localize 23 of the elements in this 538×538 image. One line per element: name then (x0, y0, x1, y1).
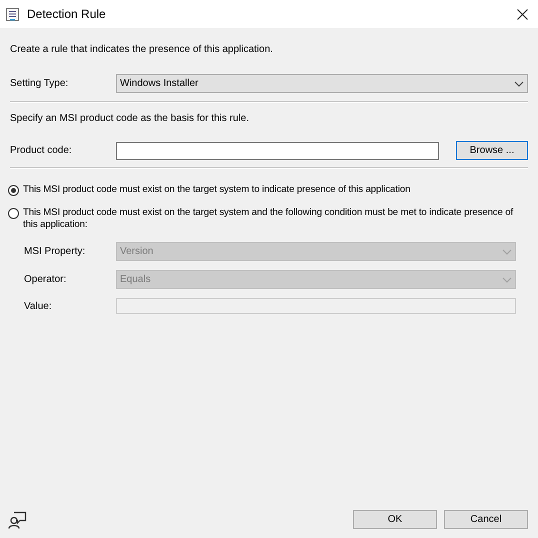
setting-type-dropdown[interactable]: Windows Installer (116, 74, 528, 93)
radio-button[interactable] (8, 185, 19, 196)
condition-label: Value: (24, 300, 53, 314)
radio-button[interactable] (8, 208, 19, 219)
condition-label: Operator: (24, 273, 68, 287)
dialog-button[interactable]: Cancel (444, 510, 528, 529)
chevron-down-icon (514, 80, 524, 86)
close-icon (516, 8, 528, 20)
chevron-down-icon (502, 276, 512, 282)
product-code-label: Product code: (10, 144, 73, 158)
user-feedback-icon (8, 510, 28, 528)
window-icon (6, 8, 19, 20)
dialog-button[interactable]: OK (353, 510, 437, 529)
instruction-text: Specify an MSI product code as the basis for this rule. (10, 112, 250, 126)
intro-text: Create a rule that indicates the presence of this application. (10, 43, 274, 57)
product-code-field[interactable] (116, 142, 439, 160)
radio-label: This MSI product code must exist on the target system and the following condition must be met to indicate presence of this application: (23, 207, 514, 231)
condition-label: MSI Property: (24, 245, 86, 259)
browse-button[interactable]: Browse ... (456, 141, 528, 160)
radio-label: This MSI product code must exist on the target system to indicate presence of this application (23, 184, 410, 196)
window-title: Detection Rule (27, 6, 106, 23)
chevron-down-icon (502, 248, 512, 254)
setting-type-label: Setting Type: (10, 77, 70, 91)
